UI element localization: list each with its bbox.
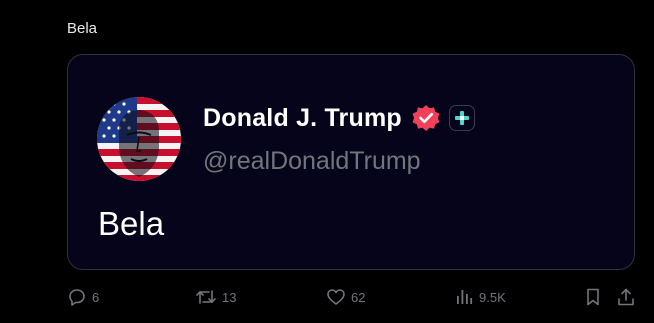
plus-badge (448, 105, 475, 131)
reply-icon (69, 289, 85, 306)
post-text: Bela (67, 20, 98, 37)
repost-button[interactable]: 13 (195, 286, 236, 308)
plus-icon (454, 111, 469, 125)
like-count: 62 (351, 289, 366, 305)
american-flag-portrait-icon (97, 97, 181, 181)
views-icon (457, 290, 473, 304)
verified-badge-icon (412, 105, 440, 131)
repost-count: 13 (222, 289, 237, 305)
embedded-card[interactable]: Donald J. Trump @realDonaldTrump Bela (67, 54, 635, 270)
bookmark-button[interactable] (583, 286, 603, 308)
views-button[interactable]: 9.5K (454, 286, 506, 308)
reply-button[interactable]: 6 (67, 286, 99, 308)
card-text: Bela (98, 205, 165, 242)
bookmark-icon (587, 288, 599, 306)
reply-count: 6 (92, 289, 100, 305)
repost-icon (196, 290, 216, 304)
share-button[interactable] (616, 286, 636, 308)
avatar[interactable] (97, 97, 181, 181)
share-icon (618, 288, 634, 306)
display-name[interactable]: Donald J. Trump (203, 104, 402, 133)
like-button[interactable]: 62 (326, 286, 365, 308)
heart-icon (327, 289, 345, 305)
views-count: 9.5K (479, 289, 506, 305)
name-row: Donald J. Trump (203, 101, 475, 135)
user-handle[interactable]: @realDonaldTrump (203, 147, 421, 176)
